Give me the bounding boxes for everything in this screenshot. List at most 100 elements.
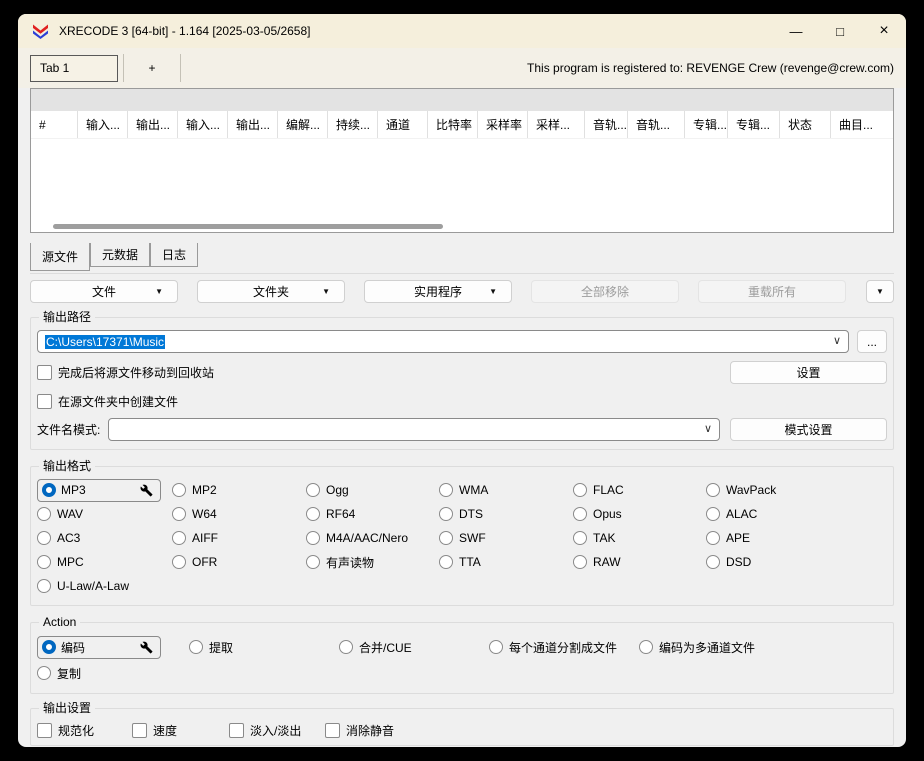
utilities-button-label: 实用程序: [414, 283, 462, 300]
speed-checkbox-item[interactable]: 速度: [132, 721, 229, 739]
column-header[interactable]: 专辑...: [728, 111, 780, 138]
format-option-wavpack[interactable]: WavPack: [706, 479, 887, 501]
action-row-2: 复制: [37, 661, 887, 685]
format-option-swf[interactable]: SWF: [439, 527, 573, 549]
action-option-multichannel[interactable]: 编码为多通道文件: [639, 636, 755, 658]
file-dropdown-button[interactable]: 文件 ▼: [30, 280, 178, 303]
column-header[interactable]: 采样率: [478, 111, 528, 138]
pattern-settings-button[interactable]: 模式设置: [730, 418, 887, 441]
format-option-wma[interactable]: WMA: [439, 479, 573, 501]
format-label: Ogg: [326, 483, 349, 497]
tab-log[interactable]: 日志: [150, 243, 198, 267]
filename-pattern-combobox[interactable]: ∨: [108, 418, 720, 441]
format-option-mp2[interactable]: MP2: [172, 479, 306, 501]
column-header[interactable]: 输入...: [178, 111, 228, 138]
minimize-button[interactable]: —: [774, 14, 818, 48]
chevron-down-icon: ∨: [704, 424, 712, 435]
column-header[interactable]: 采样...: [528, 111, 585, 138]
format-option-ac3[interactable]: AC3: [37, 527, 172, 549]
format-option-dsd[interactable]: DSD: [706, 551, 887, 573]
column-header[interactable]: 专辑...: [685, 111, 728, 138]
format-option-alac[interactable]: ALAC: [706, 503, 887, 525]
folder-dropdown-button[interactable]: 文件夹 ▼: [197, 280, 345, 303]
action-group: Action 编码 提取 合并/CUE 每个通道分割成文件 编码为多通道文件: [30, 622, 894, 694]
settings-button[interactable]: 设置: [730, 361, 887, 384]
format-label: RAW: [593, 555, 621, 569]
radio-icon: [172, 483, 186, 497]
close-button[interactable]: ×: [862, 14, 906, 48]
scrollbar-thumb[interactable]: [53, 224, 443, 229]
tab-metadata[interactable]: 元数据: [90, 243, 150, 267]
format-option-mpc[interactable]: MPC: [37, 551, 172, 573]
maximize-button[interactable]: □: [818, 14, 862, 48]
format-option-tta[interactable]: TTA: [439, 551, 573, 573]
format-option-ogg[interactable]: Ogg: [306, 479, 439, 501]
column-header[interactable]: 持续...: [328, 111, 378, 138]
column-header[interactable]: 音轨...: [585, 111, 628, 138]
column-header[interactable]: 音轨...: [628, 111, 685, 138]
action-option-encode[interactable]: 编码: [37, 636, 189, 659]
extra-dropdown-button[interactable]: ▼: [866, 280, 894, 303]
move-to-recycle-checkbox-item[interactable]: 完成后将源文件移动到回收站: [37, 364, 214, 380]
fade-checkbox-item[interactable]: 淡入/淡出: [229, 721, 325, 739]
column-header[interactable]: 比特率: [428, 111, 478, 138]
output-path-group-label: 输出路径: [39, 310, 95, 324]
column-header[interactable]: #: [31, 111, 78, 138]
action-option-extract[interactable]: 提取: [189, 636, 339, 658]
format-option-m4a-aac-nero[interactable]: M4A/AAC/Nero: [306, 527, 439, 549]
wrench-icon[interactable]: [140, 484, 153, 497]
format-option-mp3[interactable]: MP3: [37, 479, 172, 501]
action-option-merge-cue[interactable]: 合并/CUE: [339, 636, 489, 658]
action-label: 编码: [61, 639, 85, 656]
output-path-combobox[interactable]: C:\Users\17371\Music ∨: [37, 330, 849, 353]
normalize-checkbox-item[interactable]: 规范化: [37, 721, 132, 739]
action-option-split-channels[interactable]: 每个通道分割成文件: [489, 636, 639, 658]
remove-silence-checkbox-item[interactable]: 消除静音: [325, 721, 394, 739]
format-option-dts[interactable]: DTS: [439, 503, 573, 525]
column-header[interactable]: 输出...: [228, 111, 278, 138]
format-label: ALAC: [726, 507, 757, 521]
browse-button[interactable]: ...: [857, 330, 887, 353]
selected-format-box[interactable]: MP3: [37, 479, 161, 502]
column-header[interactable]: 输入...: [78, 111, 128, 138]
format-option-flac[interactable]: FLAC: [573, 479, 706, 501]
wrench-icon[interactable]: [140, 641, 153, 654]
radio-selected-icon: [42, 640, 56, 654]
action-option-copy[interactable]: 复制: [37, 662, 81, 684]
radio-selected-icon: [42, 483, 56, 497]
format-label: WAV: [57, 507, 83, 521]
selected-action-box[interactable]: 编码: [37, 636, 161, 659]
column-header[interactable]: 曲目...: [831, 111, 893, 138]
add-tab-button[interactable]: +: [124, 55, 180, 82]
column-header[interactable]: 状态: [780, 111, 831, 138]
format-option-w64[interactable]: W64: [172, 503, 306, 525]
format-option-tak[interactable]: TAK: [573, 527, 706, 549]
action-label: 合并/CUE: [359, 639, 412, 656]
column-header[interactable]: 通道: [378, 111, 428, 138]
format-option-opus[interactable]: Opus: [573, 503, 706, 525]
radio-icon: [439, 507, 453, 521]
format-label: APE: [726, 531, 750, 545]
format-option-rf64[interactable]: RF64: [306, 503, 439, 525]
radio-icon: [37, 579, 51, 593]
format-option-raw[interactable]: RAW: [573, 551, 706, 573]
format-option-wav[interactable]: WAV: [37, 503, 172, 525]
utilities-dropdown-button[interactable]: 实用程序 ▼: [364, 280, 512, 303]
format-label: MP2: [192, 483, 217, 497]
column-header[interactable]: 输出...: [128, 111, 178, 138]
format-grid: MP3 MP2 Ogg WMA FLAC WavPack WAV W64 RF6…: [37, 479, 887, 597]
output-settings-row: 规范化 速度 淡入/淡出 消除静音: [37, 721, 887, 739]
tab-source-files[interactable]: 源文件: [30, 243, 90, 271]
format-option-aiff[interactable]: AIFF: [172, 527, 306, 549]
create-in-source-checkbox-item[interactable]: 在源文件夹中创建文件: [37, 393, 887, 409]
format-option-ape[interactable]: APE: [706, 527, 887, 549]
format-option-audiobook[interactable]: 有声读物: [306, 551, 439, 573]
format-option-ofr[interactable]: OFR: [172, 551, 306, 573]
column-header[interactable]: 编解...: [278, 111, 328, 138]
action-label: 每个通道分割成文件: [509, 639, 617, 656]
horizontal-scrollbar[interactable]: [31, 220, 893, 232]
format-option-ulaw-alaw[interactable]: U-Law/A-Law: [37, 575, 172, 597]
radio-icon: [37, 555, 51, 569]
tab-tab1[interactable]: Tab 1: [30, 55, 118, 82]
toolbar: 文件 ▼ 文件夹 ▼ 实用程序 ▼ 全部移除 重载所有 ▼: [30, 273, 894, 303]
